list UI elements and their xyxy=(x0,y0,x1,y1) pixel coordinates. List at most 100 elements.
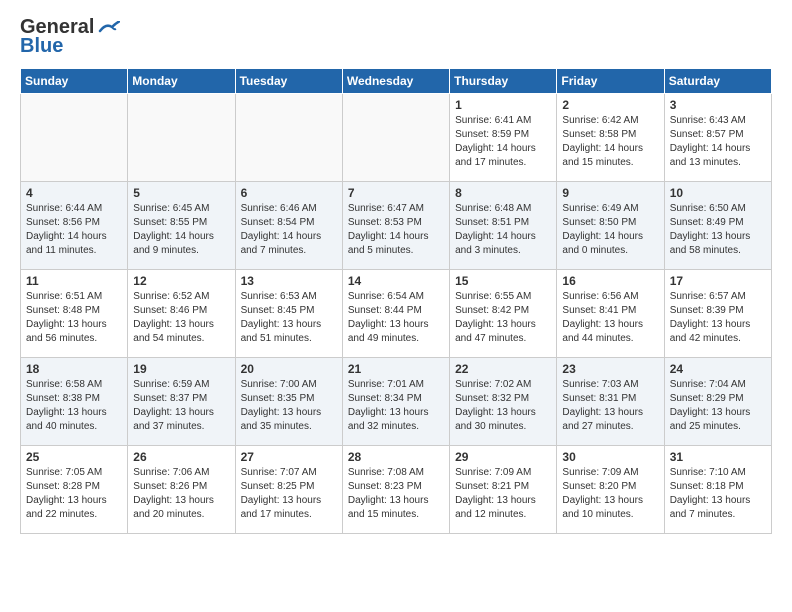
calendar-cell: 27 Sunrise: 7:07 AMSunset: 8:25 PMDayligh… xyxy=(235,446,342,534)
day-info: Sunrise: 7:00 AMSunset: 8:35 PMDaylight:… xyxy=(241,378,337,434)
calendar-cell xyxy=(21,94,128,182)
day-info: Sunrise: 7:05 AMSunset: 8:28 PMDaylight:… xyxy=(26,466,122,522)
day-number: 9 xyxy=(562,186,658,200)
day-number: 8 xyxy=(455,186,551,200)
day-info: Sunrise: 7:07 AMSunset: 8:25 PMDaylight:… xyxy=(241,466,337,522)
day-info: Sunrise: 6:59 AMSunset: 8:37 PMDaylight:… xyxy=(133,378,229,434)
day-number: 21 xyxy=(348,362,444,376)
day-info: Sunrise: 7:06 AMSunset: 8:26 PMDaylight:… xyxy=(133,466,229,522)
day-info: Sunrise: 6:44 AMSunset: 8:56 PMDaylight:… xyxy=(26,202,122,258)
calendar-week-row: 25 Sunrise: 7:05 AMSunset: 8:28 PMDayligh… xyxy=(21,446,772,534)
logo-blue: Blue xyxy=(20,35,63,58)
day-number: 18 xyxy=(26,362,122,376)
day-info: Sunrise: 6:54 AMSunset: 8:44 PMDaylight:… xyxy=(348,290,444,346)
weekday-header-saturday: Saturday xyxy=(664,69,771,94)
calendar-cell: 13 Sunrise: 6:53 AMSunset: 8:45 PMDayligh… xyxy=(235,270,342,358)
day-info: Sunrise: 6:43 AMSunset: 8:57 PMDaylight:… xyxy=(670,114,766,170)
calendar-cell: 9 Sunrise: 6:49 AMSunset: 8:50 PMDaylight… xyxy=(557,182,664,270)
day-info: Sunrise: 6:50 AMSunset: 8:49 PMDaylight:… xyxy=(670,202,766,258)
calendar-cell: 18 Sunrise: 6:58 AMSunset: 8:38 PMDayligh… xyxy=(21,358,128,446)
calendar-cell xyxy=(235,94,342,182)
weekday-header-row: SundayMondayTuesdayWednesdayThursdayFrid… xyxy=(21,69,772,94)
weekday-header-tuesday: Tuesday xyxy=(235,69,342,94)
day-info: Sunrise: 6:49 AMSunset: 8:50 PMDaylight:… xyxy=(562,202,658,258)
day-info: Sunrise: 7:08 AMSunset: 8:23 PMDaylight:… xyxy=(348,466,444,522)
day-info: Sunrise: 6:56 AMSunset: 8:41 PMDaylight:… xyxy=(562,290,658,346)
day-number: 3 xyxy=(670,98,766,112)
day-number: 23 xyxy=(562,362,658,376)
calendar-cell: 10 Sunrise: 6:50 AMSunset: 8:49 PMDayligh… xyxy=(664,182,771,270)
calendar-cell: 12 Sunrise: 6:52 AMSunset: 8:46 PMDayligh… xyxy=(128,270,235,358)
page-header: General Blue xyxy=(20,16,772,58)
calendar-cell xyxy=(342,94,449,182)
day-info: Sunrise: 6:47 AMSunset: 8:53 PMDaylight:… xyxy=(348,202,444,258)
calendar-cell: 30 Sunrise: 7:09 AMSunset: 8:20 PMDayligh… xyxy=(557,446,664,534)
calendar-cell: 28 Sunrise: 7:08 AMSunset: 8:23 PMDayligh… xyxy=(342,446,449,534)
day-info: Sunrise: 7:04 AMSunset: 8:29 PMDaylight:… xyxy=(670,378,766,434)
calendar-cell: 14 Sunrise: 6:54 AMSunset: 8:44 PMDayligh… xyxy=(342,270,449,358)
calendar-cell: 23 Sunrise: 7:03 AMSunset: 8:31 PMDayligh… xyxy=(557,358,664,446)
calendar-cell: 2Sunrise: 6:42 AMSunset: 8:58 PMDaylight… xyxy=(557,94,664,182)
logo: General Blue xyxy=(20,16,120,58)
day-number: 26 xyxy=(133,450,229,464)
day-number: 20 xyxy=(241,362,337,376)
day-number: 6 xyxy=(241,186,337,200)
calendar-week-row: 18 Sunrise: 6:58 AMSunset: 8:38 PMDayligh… xyxy=(21,358,772,446)
day-info: Sunrise: 6:52 AMSunset: 8:46 PMDaylight:… xyxy=(133,290,229,346)
day-number: 28 xyxy=(348,450,444,464)
day-number: 14 xyxy=(348,274,444,288)
calendar-cell: 3 Sunrise: 6:43 AMSunset: 8:57 PMDaylight… xyxy=(664,94,771,182)
calendar-cell: 5 Sunrise: 6:45 AMSunset: 8:55 PMDaylight… xyxy=(128,182,235,270)
day-number: 16 xyxy=(562,274,658,288)
day-number: 10 xyxy=(670,186,766,200)
day-info: Sunrise: 6:58 AMSunset: 8:38 PMDaylight:… xyxy=(26,378,122,434)
day-number: 19 xyxy=(133,362,229,376)
calendar-cell: 29Sunrise: 7:09 AMSunset: 8:21 PMDayligh… xyxy=(450,446,557,534)
calendar-cell: 7 Sunrise: 6:47 AMSunset: 8:53 PMDaylight… xyxy=(342,182,449,270)
calendar-cell: 20 Sunrise: 7:00 AMSunset: 8:35 PMDayligh… xyxy=(235,358,342,446)
day-number: 25 xyxy=(26,450,122,464)
day-number: 30 xyxy=(562,450,658,464)
day-number: 15 xyxy=(455,274,551,288)
calendar-cell: 8Sunrise: 6:48 AMSunset: 8:51 PMDaylight… xyxy=(450,182,557,270)
day-number: 4 xyxy=(26,186,122,200)
calendar-cell: 31 Sunrise: 7:10 AMSunset: 8:18 PMDayligh… xyxy=(664,446,771,534)
day-info: Sunrise: 6:46 AMSunset: 8:54 PMDaylight:… xyxy=(241,202,337,258)
calendar-cell: 26 Sunrise: 7:06 AMSunset: 8:26 PMDayligh… xyxy=(128,446,235,534)
calendar-week-row: 4 Sunrise: 6:44 AMSunset: 8:56 PMDaylight… xyxy=(21,182,772,270)
calendar-cell: 17 Sunrise: 6:57 AMSunset: 8:39 PMDayligh… xyxy=(664,270,771,358)
day-info: Sunrise: 7:09 AMSunset: 8:20 PMDaylight:… xyxy=(562,466,658,522)
calendar-table: SundayMondayTuesdayWednesdayThursdayFrid… xyxy=(20,68,772,534)
calendar-cell: 16 Sunrise: 6:56 AMSunset: 8:41 PMDayligh… xyxy=(557,270,664,358)
day-info: Sunrise: 6:42 AMSunset: 8:58 PMDaylight:… xyxy=(562,114,658,170)
day-info: Sunrise: 6:45 AMSunset: 8:55 PMDaylight:… xyxy=(133,202,229,258)
day-number: 31 xyxy=(670,450,766,464)
calendar-cell: 21Sunrise: 7:01 AMSunset: 8:34 PMDayligh… xyxy=(342,358,449,446)
day-number: 12 xyxy=(133,274,229,288)
day-number: 1 xyxy=(455,98,551,112)
weekday-header-thursday: Thursday xyxy=(450,69,557,94)
day-info: Sunrise: 6:51 AMSunset: 8:48 PMDaylight:… xyxy=(26,290,122,346)
calendar-cell: 15 Sunrise: 6:55 AMSunset: 8:42 PMDayligh… xyxy=(450,270,557,358)
day-number: 27 xyxy=(241,450,337,464)
calendar-cell: 22Sunrise: 7:02 AMSunset: 8:32 PMDayligh… xyxy=(450,358,557,446)
day-info: Sunrise: 7:03 AMSunset: 8:31 PMDaylight:… xyxy=(562,378,658,434)
calendar-cell: 4 Sunrise: 6:44 AMSunset: 8:56 PMDaylight… xyxy=(21,182,128,270)
day-number: 24 xyxy=(670,362,766,376)
weekday-header-wednesday: Wednesday xyxy=(342,69,449,94)
day-info: Sunrise: 6:41 AMSunset: 8:59 PMDaylight:… xyxy=(455,114,551,170)
day-number: 13 xyxy=(241,274,337,288)
day-info: Sunrise: 6:57 AMSunset: 8:39 PMDaylight:… xyxy=(670,290,766,346)
calendar-cell xyxy=(128,94,235,182)
weekday-header-friday: Friday xyxy=(557,69,664,94)
day-info: Sunrise: 6:53 AMSunset: 8:45 PMDaylight:… xyxy=(241,290,337,346)
day-info: Sunrise: 7:10 AMSunset: 8:18 PMDaylight:… xyxy=(670,466,766,522)
calendar-week-row: 11Sunrise: 6:51 AMSunset: 8:48 PMDayligh… xyxy=(21,270,772,358)
calendar-week-row: 1 Sunrise: 6:41 AMSunset: 8:59 PMDaylight… xyxy=(21,94,772,182)
calendar-cell: 24 Sunrise: 7:04 AMSunset: 8:29 PMDayligh… xyxy=(664,358,771,446)
day-number: 7 xyxy=(348,186,444,200)
day-number: 17 xyxy=(670,274,766,288)
day-number: 5 xyxy=(133,186,229,200)
day-info: Sunrise: 6:55 AMSunset: 8:42 PMDaylight:… xyxy=(455,290,551,346)
day-info: Sunrise: 7:09 AMSunset: 8:21 PMDaylight:… xyxy=(455,466,551,522)
